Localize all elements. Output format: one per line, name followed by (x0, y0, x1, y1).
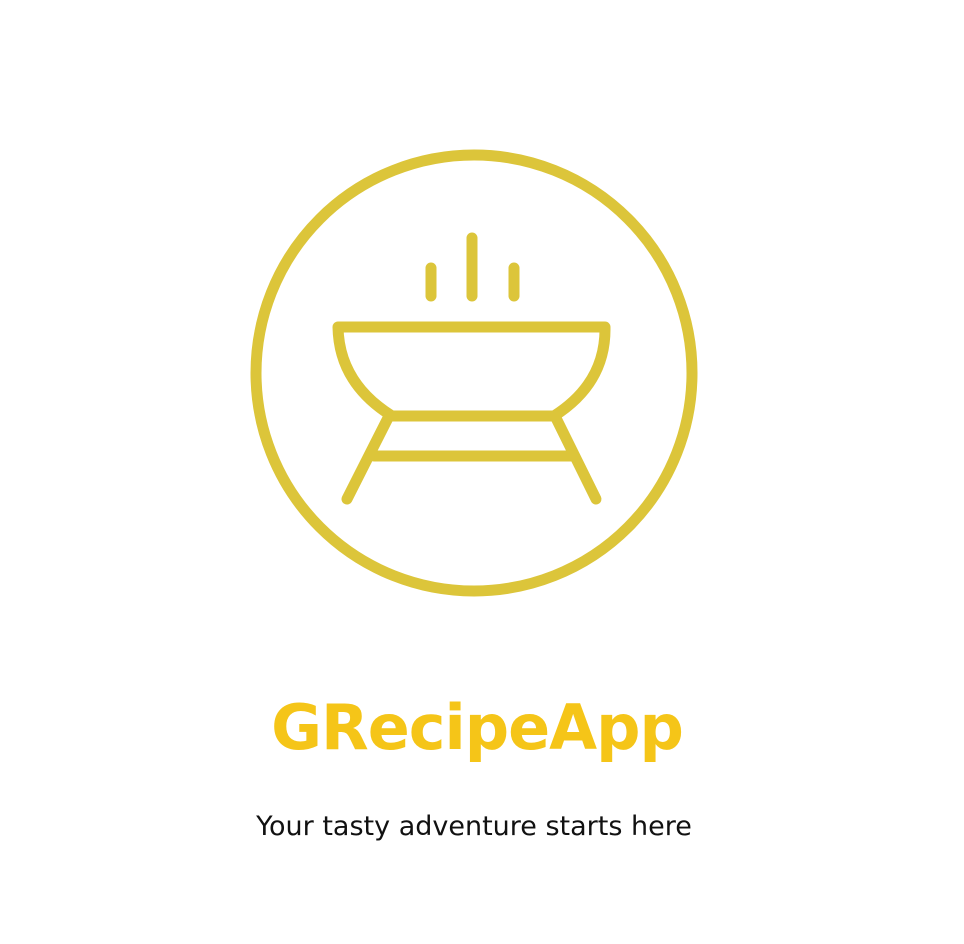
splash-screen: GRecipeApp Your tasty adventure starts h… (0, 0, 964, 944)
app-logo (250, 148, 700, 598)
bowl-outline (332, 321, 611, 422)
grill-bowl-icon (250, 149, 698, 597)
app-name: GRecipeApp (271, 690, 684, 764)
app-tagline: Your tasty adventure starts here (256, 811, 692, 842)
logo-ring (250, 149, 698, 597)
